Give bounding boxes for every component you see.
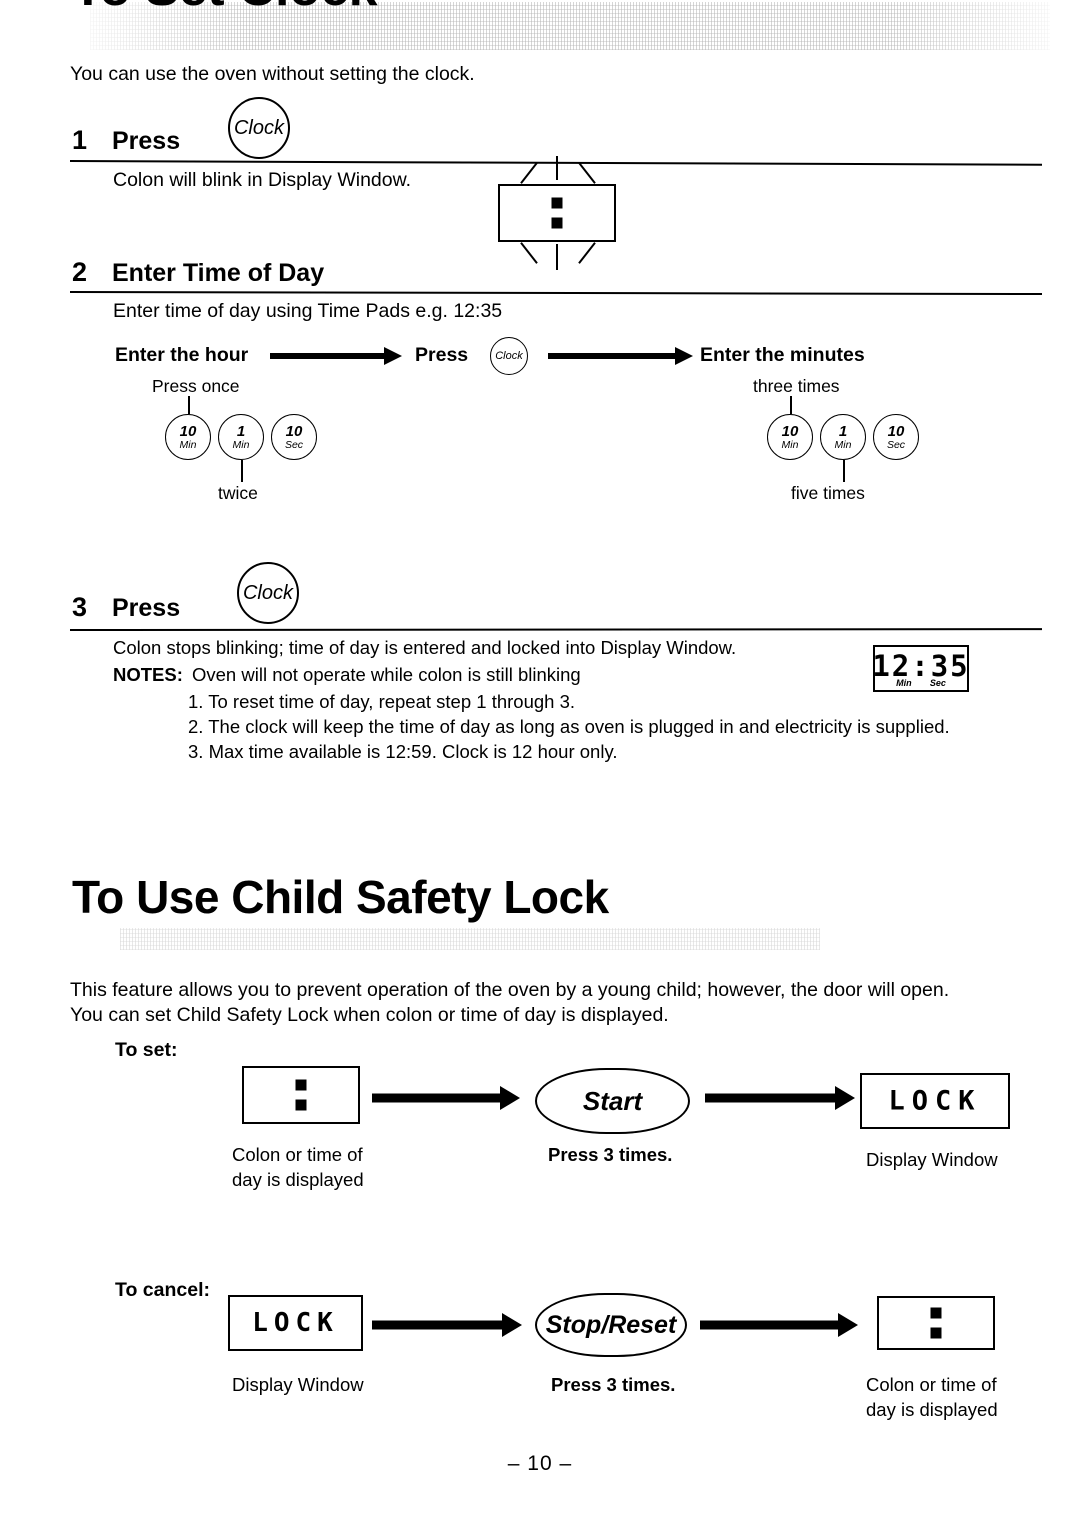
start-button-label: Start xyxy=(582,1085,643,1116)
lock-intro-line-1: This feature allows you to prevent opera… xyxy=(70,979,950,1001)
time-pad-1-min-minutes[interactable]: 1 Min xyxy=(820,414,866,460)
enter-the-hour-heading: Enter the hour xyxy=(115,344,249,366)
leader-three-times xyxy=(790,396,792,414)
clock-key-step2-label: Clock xyxy=(495,349,523,362)
display-window-time: 12:35 Min Sec xyxy=(872,645,969,692)
to-set-start-caption-line-2: day is displayed xyxy=(232,1169,364,1190)
manual-page: To Set Clock You can use the oven withou… xyxy=(0,0,1080,1526)
time-pad-1-min-minutes-sub: Min xyxy=(834,438,852,451)
to-set-end-display-value: LOCK xyxy=(888,1085,982,1117)
step-2-number: 2 xyxy=(72,257,88,287)
display-window-blinking-colon xyxy=(498,184,616,242)
colon-dots-icon xyxy=(551,197,563,229)
clock-key-step1-label: Clock xyxy=(233,117,284,139)
time-pad-10-min-hour-main: 10 xyxy=(179,422,197,440)
step-2-body: Enter time of day using Time Pads e.g. 1… xyxy=(113,300,503,322)
lock-intro-line-2: You can set Child Safety Lock when colon… xyxy=(70,1004,669,1026)
clock-key-step3[interactable]: Clock xyxy=(237,562,299,624)
time-pad-10-sec-hour[interactable]: 10 Sec xyxy=(271,414,317,460)
step-1-body: Colon will blink in Display Window. xyxy=(113,169,412,191)
leader-five-times xyxy=(843,460,845,482)
to-set-label: To set: xyxy=(115,1039,178,1061)
to-cancel-colon-dots-icon xyxy=(930,1307,942,1339)
to-cancel-label: To cancel: xyxy=(115,1279,210,1301)
clock-intro-text: You can use the oven without setting the… xyxy=(70,63,475,85)
step-3-rule xyxy=(69,628,1043,631)
time-pad-10-sec-hour-sub: Sec xyxy=(284,438,304,451)
start-button-caption: Press 3 times. xyxy=(548,1144,673,1165)
to-cancel-start-display-value: LOCK xyxy=(252,1308,339,1338)
clock-key-step1[interactable]: Clock xyxy=(228,97,290,159)
time-pad-10-min-minutes-sub: Min xyxy=(781,438,799,451)
time-pad-1-min-hour-sub: Min xyxy=(232,438,250,451)
leader-twice xyxy=(241,460,243,482)
time-pad-10-sec-minutes-main: 10 xyxy=(887,422,905,440)
step-2-rule xyxy=(69,291,1042,296)
press-once-note: Press once xyxy=(152,376,240,396)
time-pad-10-sec-minutes[interactable]: 10 Sec xyxy=(873,414,919,460)
start-button[interactable]: Start xyxy=(535,1068,690,1134)
stop-reset-button-label: Stop/Reset xyxy=(545,1310,677,1339)
time-pad-10-min-hour[interactable]: 10 Min xyxy=(165,414,211,460)
time-pad-10-min-minutes-main: 10 xyxy=(781,422,799,440)
time-pad-10-min-minutes[interactable]: 10 Min xyxy=(767,414,813,460)
stop-reset-button-caption: Press 3 times. xyxy=(551,1374,676,1395)
scan-noise-under-lock-title xyxy=(120,928,820,950)
step-1-number: 1 xyxy=(72,125,88,155)
stop-reset-button[interactable]: Stop/Reset xyxy=(535,1293,687,1357)
time-pad-10-sec-hour-main: 10 xyxy=(285,422,303,440)
to-cancel-end-display xyxy=(877,1296,995,1350)
notes-label: NOTES: xyxy=(113,664,183,685)
display-window-time-sub-min: Min xyxy=(896,678,912,688)
to-set-end-caption: Display Window xyxy=(866,1149,998,1170)
time-pad-1-min-hour[interactable]: 1 Min xyxy=(218,414,264,460)
step-3-body: Colon stops blinking; time of day is ent… xyxy=(113,637,737,658)
time-pad-10-sec-minutes-sub: Sec xyxy=(886,438,906,451)
step-1-label: Press xyxy=(112,127,181,155)
time-pad-1-min-hour-main: 1 xyxy=(236,422,246,440)
time-pad-1-min-minutes-main: 1 xyxy=(838,422,848,440)
note-item-2: 2. The clock will keep the time of day a… xyxy=(188,716,950,737)
twice-note: twice xyxy=(218,483,258,503)
to-cancel-end-caption-line-2: day is displayed xyxy=(866,1399,998,1420)
leader-press-once xyxy=(188,396,190,414)
to-set-start-display xyxy=(242,1066,360,1124)
to-cancel-end-caption-line-1: Colon or time of xyxy=(866,1374,997,1395)
page-number: – 10 – xyxy=(507,1452,573,1475)
to-set-start-caption-line-1: Colon or time of xyxy=(232,1144,363,1165)
to-cancel-start-caption: Display Window xyxy=(232,1374,364,1395)
clock-key-step2[interactable]: Clock xyxy=(490,337,528,375)
step-2-label: Enter Time of Day xyxy=(112,259,325,287)
to-set-colon-dots-icon xyxy=(295,1079,307,1111)
to-set-end-display: LOCK xyxy=(860,1073,1010,1129)
notes-lead: Oven will not operate while colon is sti… xyxy=(192,664,581,685)
step-3-number: 3 xyxy=(72,592,88,622)
three-times-note: three times xyxy=(753,376,840,396)
note-item-3: 3. Max time available is 12:59. Clock is… xyxy=(188,741,618,762)
page-title-set-clock: To Set Clock xyxy=(72,0,378,14)
enter-the-minutes-heading: Enter the minutes xyxy=(700,344,865,366)
step-1-rule xyxy=(69,160,1042,166)
to-cancel-start-display: LOCK xyxy=(228,1295,363,1351)
display-window-time-sub-sec: Sec xyxy=(929,678,946,688)
five-times-note: five times xyxy=(791,483,865,503)
step-2-press-label: Press xyxy=(415,344,469,366)
clock-key-step3-label: Clock xyxy=(242,582,293,604)
page-title-child-safety-lock: To Use Child Safety Lock xyxy=(72,871,609,923)
note-item-1: 1. To reset time of day, repeat step 1 t… xyxy=(188,691,576,712)
time-pad-10-min-hour-sub: Min xyxy=(179,438,197,451)
step-3-label: Press xyxy=(112,594,181,622)
